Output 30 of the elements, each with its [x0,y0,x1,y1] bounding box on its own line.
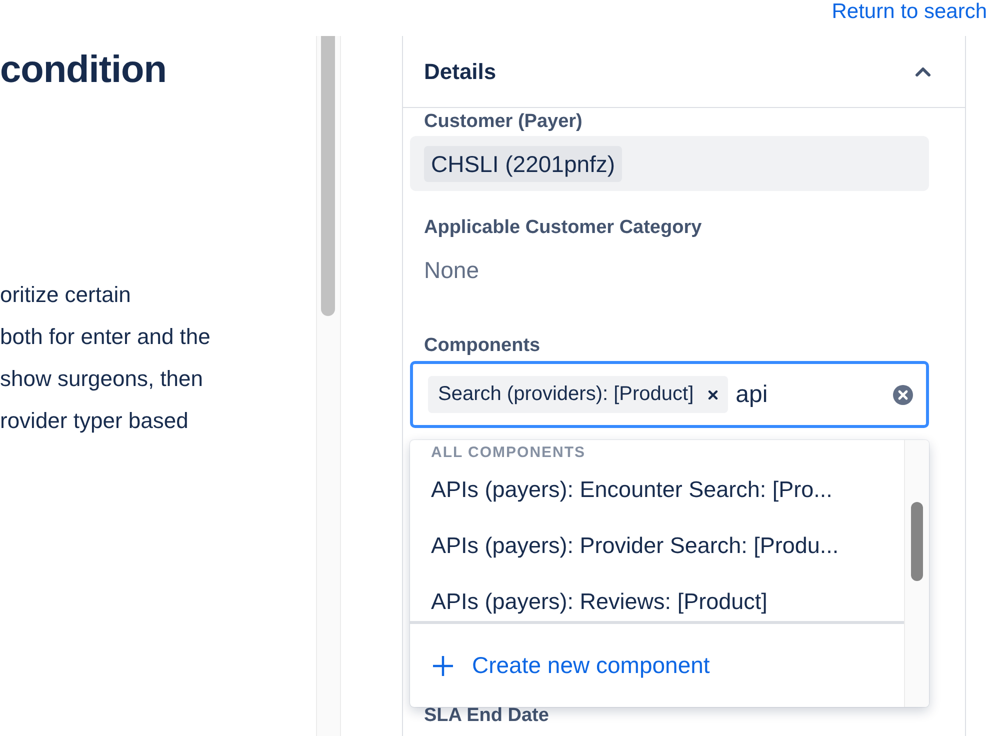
scrollbar-thumb[interactable] [911,502,923,581]
description-text: both for enter and the [0,323,212,351]
menu-scrollbar[interactable] [904,440,929,707]
input-text: api [736,380,769,408]
group-heading: ALL COMPONENTS [431,444,587,462]
customer-field[interactable]: CHSLI (2201pnfz) [410,136,929,191]
description-text: show surgeons, then [0,365,204,393]
return-link[interactable]: Return to search [832,0,987,36]
customer-chip: CHSLI (2201pnfz) [424,146,622,182]
components-field[interactable]: Search (providers): [Product] api [410,361,929,428]
description-text: rovider typer based [0,407,190,435]
page-heading: condition [0,48,168,92]
create-component-button[interactable]: Create new component [410,648,720,683]
field-label: SLA End Date [424,704,550,728]
menu-option[interactable]: APIs (payers): Reviews: [Product] [410,574,904,621]
remove-icon[interactable] [708,390,718,400]
scrollbar[interactable] [316,36,341,736]
clear-icon[interactable] [892,384,914,406]
panel-title: Details [424,58,496,84]
plus-icon [432,654,454,676]
tag-label: Search (providers): [Product] [438,383,694,406]
scrollbar-thumb[interactable] [321,36,335,316]
menu-option[interactable]: APIs (payers): Encounter Search: [Pro... [410,462,904,518]
menu-option[interactable]: APIs (payers): Provider Search: [Produ... [410,518,904,574]
description-text: oritize certain [0,281,132,309]
field-label: Customer (Payer) [424,110,584,134]
field-label: Components [424,334,542,358]
field-label: Applicable Customer Category [424,216,703,240]
chevron-icon[interactable] [915,66,931,76]
field-value: None [424,256,480,285]
